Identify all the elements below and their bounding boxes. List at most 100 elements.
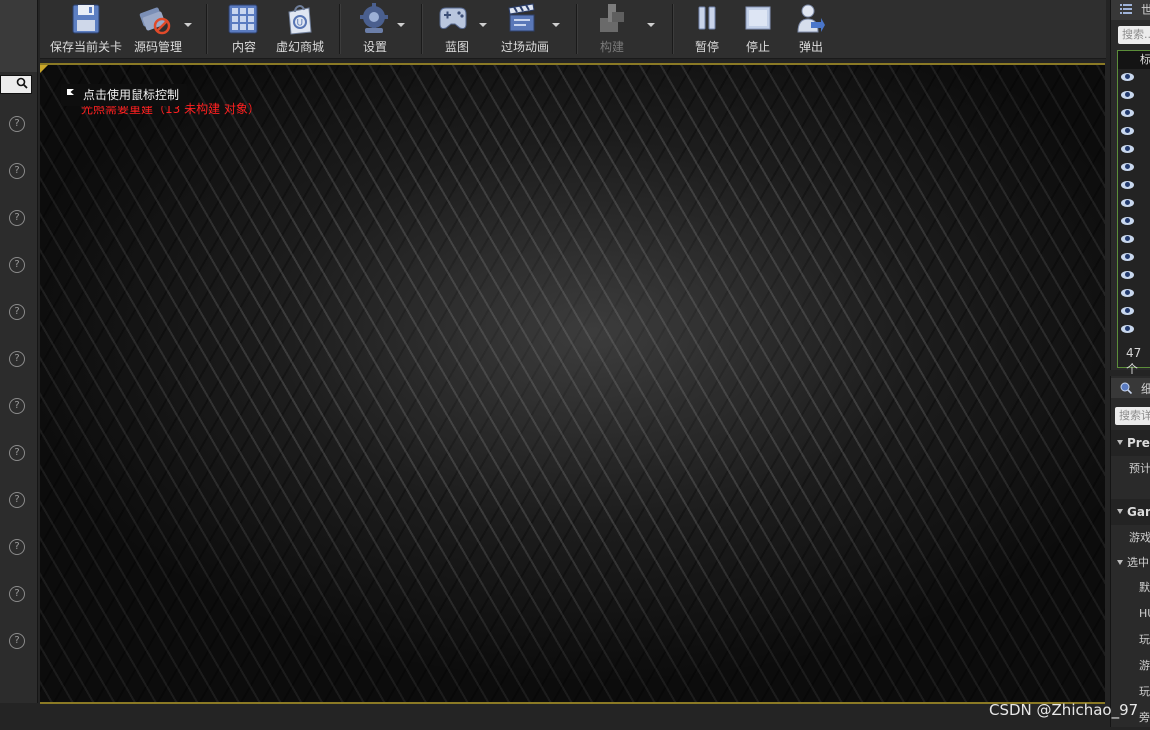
outliner-row[interactable] — [1118, 321, 1150, 339]
cinematics-button[interactable]: 过场动画 — [496, 0, 554, 58]
visibility-eye-icon[interactable] — [1121, 235, 1134, 243]
outliner-row[interactable] — [1118, 249, 1150, 267]
visibility-eye-icon[interactable] — [1121, 163, 1134, 171]
details-row-game-state[interactable]: 游 — [1111, 654, 1150, 678]
pause-button[interactable]: 暂停 — [686, 0, 728, 58]
marketplace-label: 虚幻商城 — [275, 40, 324, 54]
visibility-eye-icon[interactable] — [1121, 145, 1134, 153]
settings-button[interactable]: 设置 — [352, 0, 398, 58]
details-row-player[interactable]: 玩 — [1111, 628, 1150, 652]
mouse-control-hint-label: 点击使用鼠标控制 — [83, 88, 180, 102]
details-search-input[interactable]: 搜索详 — [1115, 407, 1150, 425]
outliner-row[interactable] — [1118, 87, 1150, 105]
cinematics-label: 过场动画 — [500, 40, 549, 54]
visibility-eye-icon[interactable] — [1121, 289, 1134, 297]
content-label: 内容 — [231, 40, 256, 54]
source-control-dropdown-icon[interactable] — [184, 23, 192, 27]
help-icon[interactable]: ? — [9, 210, 25, 226]
content-button[interactable]: 内容 — [220, 0, 268, 58]
details-row-hud[interactable]: HU — [1111, 602, 1150, 626]
details-tab[interactable]: 细 — [1111, 378, 1150, 398]
cursor-icon — [67, 89, 74, 95]
outliner-row[interactable] — [1118, 213, 1150, 231]
visibility-eye-icon[interactable] — [1121, 217, 1134, 225]
source-control-button[interactable]: 源码管理 — [130, 0, 186, 58]
pause-label: 暂停 — [694, 40, 719, 54]
level-viewport[interactable]: 光照需要重建（13 未构建 对象） 点击使用鼠标控制 — [40, 63, 1105, 704]
outliner-row[interactable] — [1118, 195, 1150, 213]
help-icon[interactable]: ? — [9, 586, 25, 602]
help-icon[interactable]: ? — [9, 257, 25, 273]
blueprints-dropdown-icon[interactable] — [479, 23, 487, 27]
build-button[interactable]: 构建 — [586, 0, 638, 58]
outliner-row[interactable] — [1118, 105, 1150, 123]
help-icon[interactable]: ? — [9, 304, 25, 320]
save-level-button[interactable]: 保存当前关卡 — [44, 0, 128, 58]
details-category-game-mode[interactable]: Gam — [1111, 499, 1150, 525]
world-outliner-panel: 世 搜索... 标 47个 — [1110, 0, 1150, 376]
visibility-eye-icon[interactable] — [1121, 199, 1134, 207]
help-icon[interactable]: ? — [9, 539, 25, 555]
details-subgroup-selected[interactable]: 选中 — [1111, 552, 1150, 574]
help-icon[interactable]: ? — [9, 398, 25, 414]
outliner-row[interactable] — [1118, 177, 1150, 195]
viewport-lighting-vignette — [40, 65, 1105, 702]
visibility-eye-icon[interactable] — [1121, 253, 1134, 261]
toolbar-separator — [576, 4, 577, 54]
build-dropdown-icon[interactable] — [647, 23, 655, 27]
category-label: Gam — [1127, 505, 1150, 519]
category-label: Prec — [1127, 436, 1150, 450]
visibility-eye-icon[interactable] — [1121, 73, 1134, 81]
visibility-eye-icon[interactable] — [1121, 91, 1134, 99]
outliner-row[interactable] — [1118, 159, 1150, 177]
stop-button[interactable]: 停止 — [737, 0, 779, 58]
blueprints-button[interactable]: 蓝图 — [432, 0, 482, 58]
blueprint-gamepad-icon — [439, 7, 467, 29]
cinematics-clapper-icon — [508, 3, 535, 32]
outliner-row[interactable] — [1118, 285, 1150, 303]
details-category-precomputed[interactable]: Prec — [1111, 430, 1150, 456]
visibility-eye-icon[interactable] — [1121, 271, 1134, 279]
source-control-label: 源码管理 — [133, 40, 182, 54]
cinematics-dropdown-icon[interactable] — [552, 23, 560, 27]
outliner-row[interactable] — [1118, 267, 1150, 285]
visibility-eye-icon[interactable] — [1121, 307, 1134, 315]
outliner-search-input[interactable]: 搜索... — [1118, 26, 1150, 44]
visibility-eye-icon[interactable] — [1121, 127, 1134, 135]
eject-label: 弹出 — [798, 40, 823, 54]
details-row-default[interactable]: 默 — [1111, 576, 1150, 600]
outliner-actor-list: 标 — [1117, 50, 1150, 368]
save-level-label: 保存当前关卡 — [49, 40, 122, 54]
outliner-row[interactable] — [1118, 69, 1150, 87]
visibility-eye-icon[interactable] — [1121, 181, 1134, 189]
left-panel: ? ? ? ? ? ? ? ? ? ? ? ? — [0, 0, 38, 703]
left-search-box[interactable] — [0, 75, 32, 94]
help-icon[interactable]: ? — [9, 116, 25, 132]
help-icon[interactable]: ? — [9, 351, 25, 367]
list-icon — [1120, 4, 1132, 14]
outliner-row[interactable] — [1118, 123, 1150, 141]
world-outliner-tab[interactable]: 世 — [1111, 0, 1150, 20]
help-icon[interactable]: ? — [9, 633, 25, 649]
viewport-corner-marker — [40, 65, 48, 73]
visibility-eye-icon[interactable] — [1121, 109, 1134, 117]
main-toolbar: 保存当前关卡 源码管理 内容 U 虚幻商城 设置 蓝图 过场动画 构建 暂停 停… — [40, 0, 1106, 59]
eject-button[interactable]: 弹出 — [788, 0, 834, 58]
help-icon[interactable]: ? — [9, 445, 25, 461]
help-icon[interactable]: ? — [9, 163, 25, 179]
settings-dropdown-icon[interactable] — [397, 23, 405, 27]
help-icon[interactable]: ? — [9, 492, 25, 508]
outliner-row[interactable] — [1118, 303, 1150, 321]
details-row-game[interactable]: 游戏 — [1111, 526, 1150, 550]
details-row-predict[interactable]: 预计 — [1111, 457, 1150, 481]
outliner-row[interactable] — [1118, 231, 1150, 249]
outliner-row[interactable] — [1118, 141, 1150, 159]
build-label: 构建 — [599, 40, 624, 54]
world-outliner-title: 世 — [1141, 3, 1150, 17]
mouse-control-hint[interactable]: 点击使用鼠标控制 — [61, 84, 188, 106]
outliner-label-column-header[interactable]: 标 — [1118, 51, 1150, 69]
left-panel-header — [0, 0, 37, 72]
marketplace-button[interactable]: U 虚幻商城 — [272, 0, 328, 58]
search-icon[interactable] — [16, 77, 28, 89]
visibility-eye-icon[interactable] — [1121, 325, 1134, 333]
